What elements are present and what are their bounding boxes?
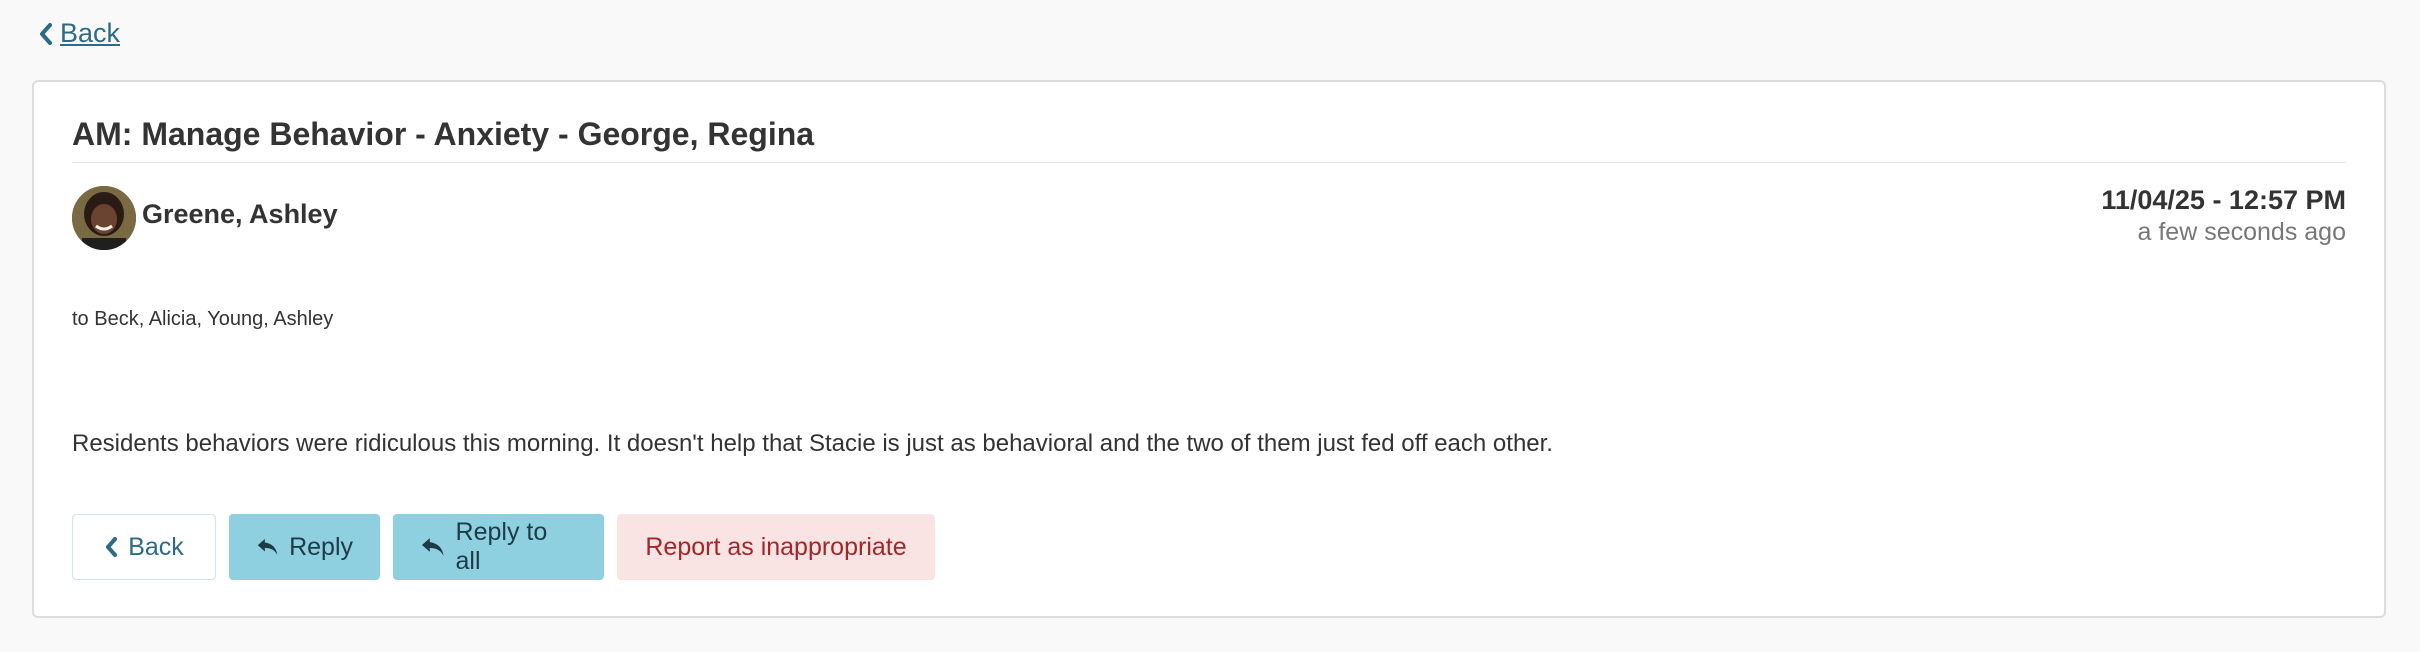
top-back-link[interactable]: Back <box>38 18 120 49</box>
timestamp: 11/04/25 - 12:57 PM a few seconds ago <box>2101 184 2346 248</box>
chevron-left-icon <box>40 22 52 45</box>
chevron-left-icon <box>106 537 118 557</box>
message-card: AM: Manage Behavior - Anxiety - George, … <box>32 80 2386 618</box>
back-button[interactable]: Back <box>72 514 216 580</box>
top-back-label[interactable]: Back <box>60 18 120 49</box>
back-button-label: Back <box>128 532 184 561</box>
reply-button-label: Reply <box>289 532 353 561</box>
reply-button[interactable]: Reply <box>229 514 380 580</box>
reply-all-button-label: Reply to all <box>455 518 548 575</box>
reply-icon <box>257 539 278 555</box>
message-body: Residents behaviors were ridiculous this… <box>72 430 1553 457</box>
recipients: to Beck, Alicia, Young, Ashley <box>72 308 334 330</box>
action-bar: Back Reply Reply to all Report as inappr… <box>72 514 935 580</box>
reply-icon <box>421 538 444 556</box>
reply-all-button[interactable]: Reply to all <box>393 514 604 580</box>
sender-name: Greene, Ashley <box>142 199 338 229</box>
message-date: 11/04/25 - 12:57 PM <box>2101 185 2346 215</box>
avatar <box>72 186 136 250</box>
message-subject: AM: Manage Behavior - Anxiety - George, … <box>72 116 815 152</box>
divider <box>72 162 2346 163</box>
report-button-label: Report as inappropriate <box>645 532 907 561</box>
report-button[interactable]: Report as inappropriate <box>617 514 935 580</box>
relative-time: a few seconds ago <box>2137 218 2346 246</box>
